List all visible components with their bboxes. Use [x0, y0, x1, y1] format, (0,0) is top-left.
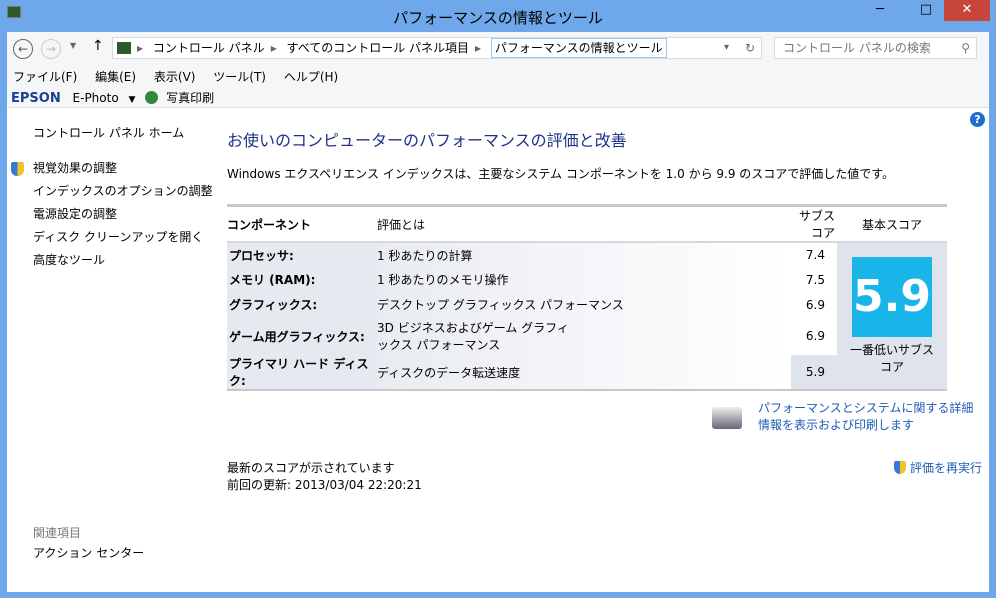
subscore: 7.5	[805, 272, 825, 287]
back-button[interactable]: ←	[13, 39, 33, 59]
page-title: お使いのコンピューターのパフォーマンスの評価と改善	[227, 131, 627, 150]
component: プロセッサ:	[227, 242, 377, 267]
address-bar[interactable]: ▸ コントロール パネル ▸ すべてのコントロール パネル項目 ▸ パフォーマンスの…	[112, 37, 762, 59]
menu-file[interactable]: ファイル(F)	[13, 70, 77, 84]
table-row: プロセッサ: 1 秒あたりの計算 7.4 5.9 一番低いサブスコア	[227, 242, 947, 390]
subscore: 6.9	[805, 297, 825, 312]
epson-toolbar: EPSON E-Photo ▼ 写真印刷	[7, 88, 989, 108]
header-what: 評価とは	[377, 205, 791, 243]
sidebar-power-settings[interactable]: 電源設定の調整	[33, 203, 213, 226]
last-update: 前回の更新: 2013/03/04 22:20:21	[227, 478, 422, 492]
shield-icon	[894, 461, 907, 474]
window-title: パフォーマンスの情報とツール	[393, 9, 603, 27]
component: ゲーム用グラフィックス:	[227, 317, 377, 355]
component: プライマリ ハード ディスク:	[227, 355, 377, 390]
sidebar-home[interactable]: コントロール パネル ホーム	[33, 122, 213, 145]
sidebar-disk-cleanup[interactable]: ディスク クリーンアップを開く	[33, 226, 213, 249]
rating-description: 1 秒あたりの計算	[377, 242, 791, 267]
score-status: 最新のスコアが示されています	[227, 461, 395, 475]
rating-description: 1 秒あたりのメモリ操作	[377, 267, 791, 292]
dropdown-icon[interactable]: ▾	[724, 38, 729, 58]
up-button[interactable]: ↑	[92, 38, 104, 54]
header-subscore: サブスコア	[791, 205, 837, 243]
menu-help[interactable]: ヘルプ(H)	[284, 70, 338, 84]
breadcrumb-control-panel[interactable]: コントロール パネル	[153, 41, 265, 55]
subscore: 5.9	[791, 355, 837, 390]
window-content: ← → ▼ ↑ ▸ コントロール パネル ▸ すべてのコントロール パネル項目 ▸ …	[7, 32, 989, 592]
base-score: 5.9	[852, 257, 932, 337]
rating-description-cell: 3D ビジネスおよびゲーム グラフィックス パフォーマンス	[377, 317, 791, 355]
maximize-button[interactable]: □	[912, 0, 940, 21]
breadcrumb-current[interactable]: パフォーマンスの情報とツール	[490, 38, 667, 58]
printer-icon	[712, 407, 742, 429]
breadcrumb-all-items[interactable]: すべてのコントロール パネル項目	[287, 41, 470, 55]
rating-description: ディスクのデータ転送速度	[377, 355, 791, 390]
sidebar-action-center[interactable]: アクション センター	[33, 542, 144, 565]
menu-bar: ファイル(F) 編集(E) 表示(V) ツール(T) ヘルプ(H)	[7, 66, 989, 88]
rerun-assessment-link[interactable]: 評価を再実行	[910, 461, 982, 475]
title-bar: パフォーマンスの情報とツール ─ □ ✕	[0, 0, 996, 32]
sidebar-advanced-tools[interactable]: 高度なツール	[33, 249, 213, 272]
details-print-link[interactable]: パフォーマンスとシステムに関する詳細情報を表示および印刷します	[758, 399, 983, 433]
photo-print-button[interactable]: 写真印刷	[166, 91, 214, 105]
search-icon: ⚲	[961, 41, 970, 55]
rating-description: デスクトップ グラフィックス パフォーマンス	[377, 292, 791, 317]
ephoto-button[interactable]: E-Photo	[73, 91, 119, 105]
sidebar: コントロール パネル ホーム 視覚効果の調整 インデックスのオプションの調整 電…	[11, 122, 213, 560]
photo-print-icon	[145, 91, 159, 104]
header-base-score: 基本スコア	[837, 205, 947, 243]
recent-dropdown-icon[interactable]: ▼	[70, 41, 76, 50]
rating-description: 3D ビジネスおよびゲーム グラフィックス パフォーマンス	[377, 321, 569, 352]
score-table: コンポーネント 評価とは サブスコア 基本スコア プロセッサ: 1 秒あたりの計…	[227, 204, 947, 391]
control-panel-icon	[117, 42, 131, 54]
menu-tools[interactable]: ツール(T)	[213, 70, 266, 84]
menu-edit[interactable]: 編集(E)	[95, 70, 136, 84]
sidebar-visual-effects[interactable]: 視覚効果の調整	[33, 157, 213, 180]
forward-button[interactable]: →	[41, 39, 61, 59]
search-input[interactable]: コントロール パネルの検索 ⚲	[774, 37, 977, 59]
base-score-caption: 一番低いサブスコア	[849, 343, 934, 374]
component: グラフィックス:	[227, 292, 377, 317]
search-placeholder: コントロール パネルの検索	[783, 41, 931, 55]
shield-icon	[11, 162, 24, 176]
close-button[interactable]: ✕	[944, 0, 990, 21]
main-content: お使いのコンピューターのパフォーマンスの評価と改善 Windows エクスペリエ…	[227, 127, 982, 493]
base-score-cell: 5.9 一番低いサブスコア	[837, 242, 947, 390]
refresh-icon[interactable]: ↻	[745, 38, 755, 58]
sidebar-indexing-options[interactable]: インデックスのオプションの調整	[33, 180, 213, 203]
ephoto-dropdown-icon[interactable]: ▼	[129, 95, 136, 105]
epson-logo: EPSON	[11, 91, 61, 106]
subscore: 7.4	[805, 248, 825, 262]
navigation-bar: ← → ▼ ↑ ▸ コントロール パネル ▸ すべてのコントロール パネル項目 ▸ …	[7, 32, 989, 66]
menu-view[interactable]: 表示(V)	[154, 70, 196, 84]
help-icon[interactable]: ?	[970, 112, 985, 127]
description: Windows エクスペリエンス インデックスは、主要なシステム コンポーネント…	[227, 167, 895, 181]
component: メモリ (RAM):	[227, 267, 377, 292]
header-component: コンポーネント	[227, 205, 377, 243]
subscore: 6.9	[805, 329, 825, 343]
related-title: 関連項目	[33, 526, 82, 540]
minimize-button[interactable]: ─	[866, 0, 894, 21]
